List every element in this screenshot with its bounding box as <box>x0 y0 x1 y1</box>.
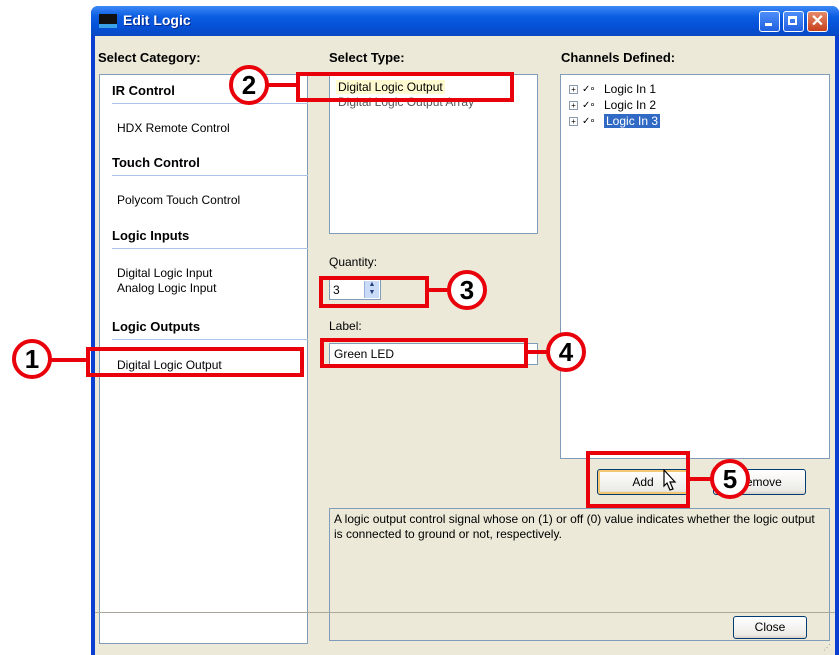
category-item-hdx-remote[interactable]: HDX Remote Control <box>117 121 230 136</box>
callout-leader <box>526 350 548 354</box>
divider <box>112 248 308 249</box>
callout-leader <box>46 358 88 362</box>
select-category-header: Select Category: <box>98 50 201 65</box>
footer-separator <box>95 612 835 613</box>
callout-leader <box>427 288 449 292</box>
window-title: Edit Logic <box>123 12 191 28</box>
divider <box>112 103 308 104</box>
logic-switch-icon: ✓∘ <box>582 99 596 111</box>
badge-step-2: 2 <box>229 65 269 105</box>
tree-row-logic-in-1[interactable]: + ✓∘ Logic In 1 <box>569 81 656 97</box>
logic-switch-icon: ✓∘ <box>582 115 596 127</box>
mouse-pointer-icon <box>663 469 677 491</box>
expand-icon[interactable]: + <box>569 101 578 111</box>
tree-row-logic-in-3[interactable]: + ✓∘ Logic In 3 <box>569 113 661 129</box>
minimize-button[interactable] <box>759 11 780 32</box>
badge-step-4: 4 <box>546 332 586 372</box>
quantity-label: Quantity: <box>329 255 378 269</box>
callout-leader <box>688 477 712 481</box>
category-item-polycom-touch[interactable]: Polycom Touch Control <box>117 193 240 208</box>
label-field-label: Label: <box>329 319 362 333</box>
divider <box>112 339 308 340</box>
badge-step-1: 1 <box>12 339 52 379</box>
maximize-button[interactable] <box>783 11 804 32</box>
category-group-ir-control: IR Control <box>112 83 175 98</box>
category-group-touch-control: Touch Control <box>112 155 200 170</box>
callout-box-type <box>296 72 514 102</box>
app-icon <box>99 14 117 28</box>
channels-defined-header: Channels Defined: <box>561 50 676 65</box>
category-item-digital-logic-input[interactable]: Digital Logic Input <box>117 266 212 281</box>
channel-label: Logic In 2 <box>604 98 657 112</box>
callout-box-category <box>86 347 304 377</box>
category-item-analog-logic-input[interactable]: Analog Logic Input <box>117 281 216 296</box>
divider <box>112 175 308 176</box>
category-group-logic-inputs: Logic Inputs <box>112 228 190 243</box>
close-icon: ✕ <box>810 13 825 30</box>
channels-tree[interactable]: + ✓∘ Logic In 1 + ✓∘ Logic In 2 + ✓∘ Logic In … <box>560 74 830 459</box>
badge-step-3: 3 <box>447 270 487 310</box>
callout-leader <box>266 83 298 87</box>
category-group-logic-outputs: Logic Outputs <box>112 319 201 334</box>
close-button[interactable]: Close <box>733 616 807 639</box>
logic-switch-icon: ✓∘ <box>582 83 596 95</box>
resize-grip-icon[interactable]: ⋰ <box>823 643 833 653</box>
title-bar[interactable]: Edit Logic ✕ <box>91 6 839 36</box>
callout-box-label <box>320 338 528 368</box>
close-window-button[interactable]: ✕ <box>807 11 828 32</box>
callout-box-quantity <box>319 276 429 308</box>
select-type-header: Select Type: <box>329 50 405 65</box>
channel-label-selected: Logic In 3 <box>604 114 661 128</box>
channel-label: Logic In 1 <box>604 82 657 96</box>
expand-icon[interactable]: + <box>569 85 578 95</box>
expand-icon[interactable]: + <box>569 117 578 127</box>
badge-step-5: 5 <box>710 459 750 499</box>
edit-logic-dialog: Edit Logic ✕ Select Category: Select Typ… <box>91 6 839 655</box>
tree-row-logic-in-2[interactable]: + ✓∘ Logic In 2 <box>569 97 656 113</box>
